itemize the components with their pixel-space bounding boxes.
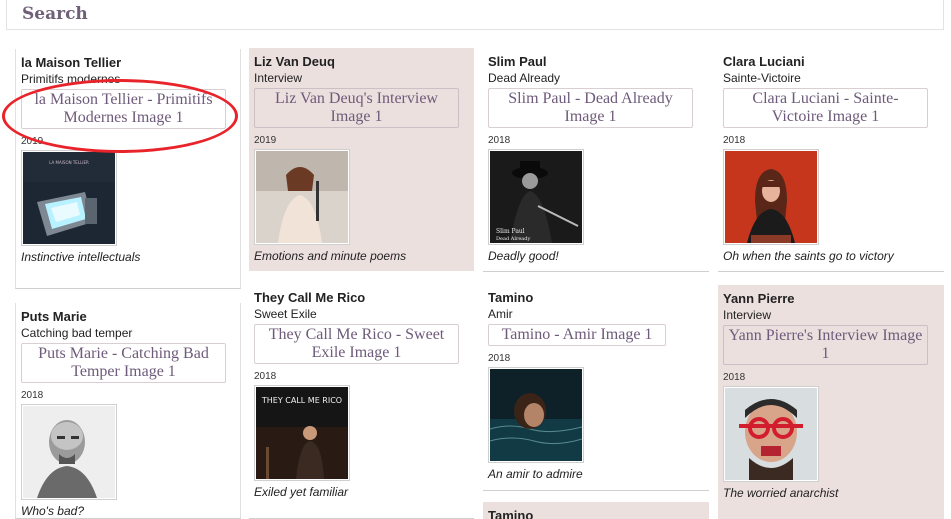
album-description: The worried anarchist <box>723 486 839 500</box>
red-portrait-cover-icon[interactable] <box>723 149 819 245</box>
artist-name: Slim Paul <box>488 54 547 69</box>
album-card-slim-paul[interactable]: Slim Paul Dead Already Slim Paul - Dead … <box>483 48 709 272</box>
album-description: Exiled yet familiar <box>254 485 349 499</box>
album-card-tamino[interactable]: Tamino Amir Tamino - Amir Image 1 2018 A… <box>483 284 709 491</box>
svg-text:LA MAISON TELLIER: LA MAISON TELLIER <box>49 160 89 165</box>
album-card-la-maison-tellier[interactable]: la Maison Tellier Primitifs modernes la … <box>15 49 241 289</box>
release-year: 2018 <box>254 371 277 382</box>
artist-name: Tamino <box>488 508 534 519</box>
singer-photo-icon[interactable] <box>254 149 350 245</box>
image-title-link[interactable]: Tamino - Amir Image 1 <box>488 324 666 346</box>
album-card-liz-van-deuq[interactable]: Liz Van Deuq Interview Liz Van Deuq's In… <box>249 48 474 271</box>
release-year: 2018 <box>21 390 44 401</box>
album-name: Interview <box>254 71 303 85</box>
release-year: 2018 <box>488 135 511 146</box>
album-card-puts-marie[interactable]: Puts Marie Catching bad temper Puts Mari… <box>15 303 241 519</box>
search-bar[interactable]: Search <box>6 0 944 30</box>
cover-subtext: Dead Already <box>496 236 530 242</box>
album-description: Emotions and minute poems <box>254 249 407 263</box>
album-card-clara-luciani[interactable]: Clara Luciani Sainte-Victoire Clara Luci… <box>718 48 944 272</box>
album-description: Deadly good! <box>488 249 559 263</box>
album-card-tamino-2[interactable]: Tamino <box>483 502 709 519</box>
release-year: 2018 <box>723 372 746 383</box>
artist-name: Yann Pierre <box>723 291 795 306</box>
album-description: Who's bad? <box>21 504 84 518</box>
release-year: 2018 <box>488 353 511 364</box>
image-title-link[interactable]: Clara Luciani - Sainte-Victoire Image 1 <box>723 88 928 128</box>
album-description: Instinctive intellectuals <box>21 250 141 264</box>
album-name: Dead Already <box>488 71 561 85</box>
album-name: Primitifs modernes <box>21 72 121 86</box>
artist-name: Tamino <box>488 290 534 305</box>
search-label: Search <box>22 4 88 24</box>
artist-name: Puts Marie <box>21 309 87 324</box>
album-name: Catching bad temper <box>21 326 133 340</box>
image-title-link[interactable]: Puts Marie - Catching Bad Temper Image 1 <box>21 343 226 383</box>
image-title-link[interactable]: la Maison Tellier - Primitifs Modernes I… <box>21 89 226 129</box>
image-title-link[interactable]: Slim Paul - Dead Already Image 1 <box>488 88 693 128</box>
release-year: 2019 <box>254 135 277 146</box>
album-name: Amir <box>488 307 513 321</box>
artist-name: They Call Me Rico <box>254 290 366 305</box>
tv-album-cover-icon[interactable]: LA MAISON TELLIER <box>21 150 117 246</box>
release-year: 2019 <box>21 136 44 147</box>
image-title-link[interactable]: Yann Pierre's Interview Image 1 <box>723 325 928 365</box>
water-portrait-cover-icon[interactable] <box>488 367 584 463</box>
glasses-portrait-icon[interactable] <box>723 386 819 482</box>
album-description: Oh when the saints go to victory <box>723 249 894 263</box>
bw-portrait-cover-icon[interactable] <box>21 404 117 500</box>
artist-name: Liz Van Deuq <box>254 54 335 69</box>
artist-name: Clara Luciani <box>723 54 805 69</box>
artist-name: la Maison Tellier <box>21 55 122 70</box>
cover-text: Slim Paul <box>496 228 525 235</box>
album-description: An amir to admire <box>488 467 583 481</box>
image-title-link[interactable]: They Call Me Rico - Sweet Exile Image 1 <box>254 324 459 364</box>
cover-text: THEY CALL ME RICO <box>261 396 342 405</box>
album-name: Interview <box>723 308 772 322</box>
album-name: Sweet Exile <box>254 307 317 321</box>
image-title-link[interactable]: Liz Van Deuq's Interview Image 1 <box>254 88 459 128</box>
album-name: Sainte-Victoire <box>723 71 801 85</box>
release-year: 2018 <box>723 135 746 146</box>
guitarist-cover-icon[interactable]: Slim Paul Dead Already <box>488 149 584 245</box>
rico-cover-icon[interactable]: THEY CALL ME RICO <box>254 385 350 481</box>
album-card-they-call-me-rico[interactable]: They Call Me Rico Sweet Exile They Call … <box>249 284 474 519</box>
album-card-yann-pierre[interactable]: Yann Pierre Interview Yann Pierre's Inte… <box>718 285 944 519</box>
